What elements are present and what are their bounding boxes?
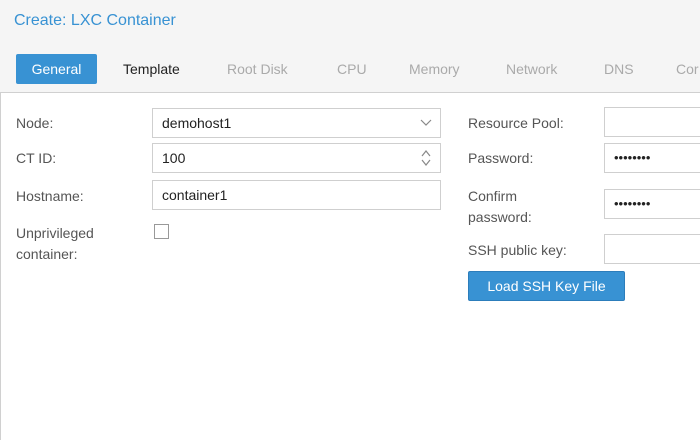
unprivileged-label-line1: Unprivileged — [16, 225, 94, 241]
hostname-value: container1 — [162, 187, 228, 203]
password-label: Password: — [468, 150, 534, 166]
confirm-password-field[interactable]: •••••••• — [604, 189, 700, 219]
tab-bar: General Template Root Disk CPU Memory Ne… — [0, 54, 700, 84]
confirm-password-label-line1: Confirm — [468, 188, 518, 204]
hostname-label: Hostname: — [16, 188, 84, 204]
resource-pool-label: Resource Pool: — [468, 115, 564, 131]
load-ssh-key-file-button[interactable]: Load SSH Key File — [468, 271, 625, 301]
confirm-password-value: •••••••• — [614, 196, 651, 211]
ssh-key-label: SSH public key: — [468, 242, 567, 258]
tab-memory[interactable]: Memory — [409, 54, 460, 84]
unprivileged-label-line2: container: — [16, 246, 78, 262]
window-title: Create: LXC Container — [14, 12, 176, 29]
tab-template[interactable]: Template — [123, 54, 180, 84]
tab-root-disk[interactable]: Root Disk — [227, 54, 288, 84]
tab-cpu[interactable]: CPU — [337, 54, 367, 84]
chevron-down-icon[interactable] — [420, 109, 432, 137]
node-value: demohost1 — [162, 115, 232, 131]
node-select[interactable]: demohost1 — [152, 108, 441, 138]
node-label: Node: — [16, 115, 54, 131]
spinner-arrows-icon[interactable] — [420, 144, 432, 172]
ctid-label: CT ID: — [16, 150, 57, 166]
ctid-value: 100 — [162, 150, 186, 166]
unprivileged-checkbox[interactable] — [154, 224, 169, 239]
tab-cor[interactable]: Cor — [676, 54, 699, 84]
tab-dns[interactable]: DNS — [604, 54, 634, 84]
ssh-key-field[interactable] — [604, 234, 700, 264]
resource-pool-select[interactable] — [604, 107, 700, 137]
tab-network[interactable]: Network — [506, 54, 557, 84]
password-value: •••••••• — [614, 150, 651, 165]
ctid-spinner[interactable]: 100 — [152, 143, 441, 173]
confirm-password-label-line2: password: — [468, 209, 532, 225]
tab-general[interactable]: General — [16, 54, 97, 84]
hostname-field[interactable]: container1 — [152, 180, 441, 210]
password-field[interactable]: •••••••• — [604, 143, 700, 173]
